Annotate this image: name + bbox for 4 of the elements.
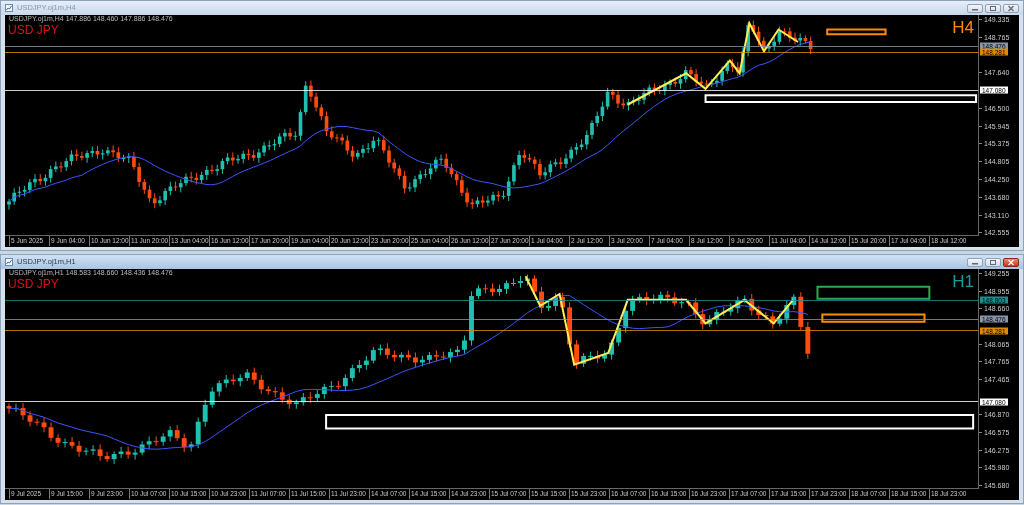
timeframe-label: H1 — [952, 273, 974, 290]
timeframe-label: H4 — [952, 19, 974, 36]
symbol-label: USD JPY — [8, 24, 59, 36]
symbol-label: USD JPY — [8, 278, 59, 290]
